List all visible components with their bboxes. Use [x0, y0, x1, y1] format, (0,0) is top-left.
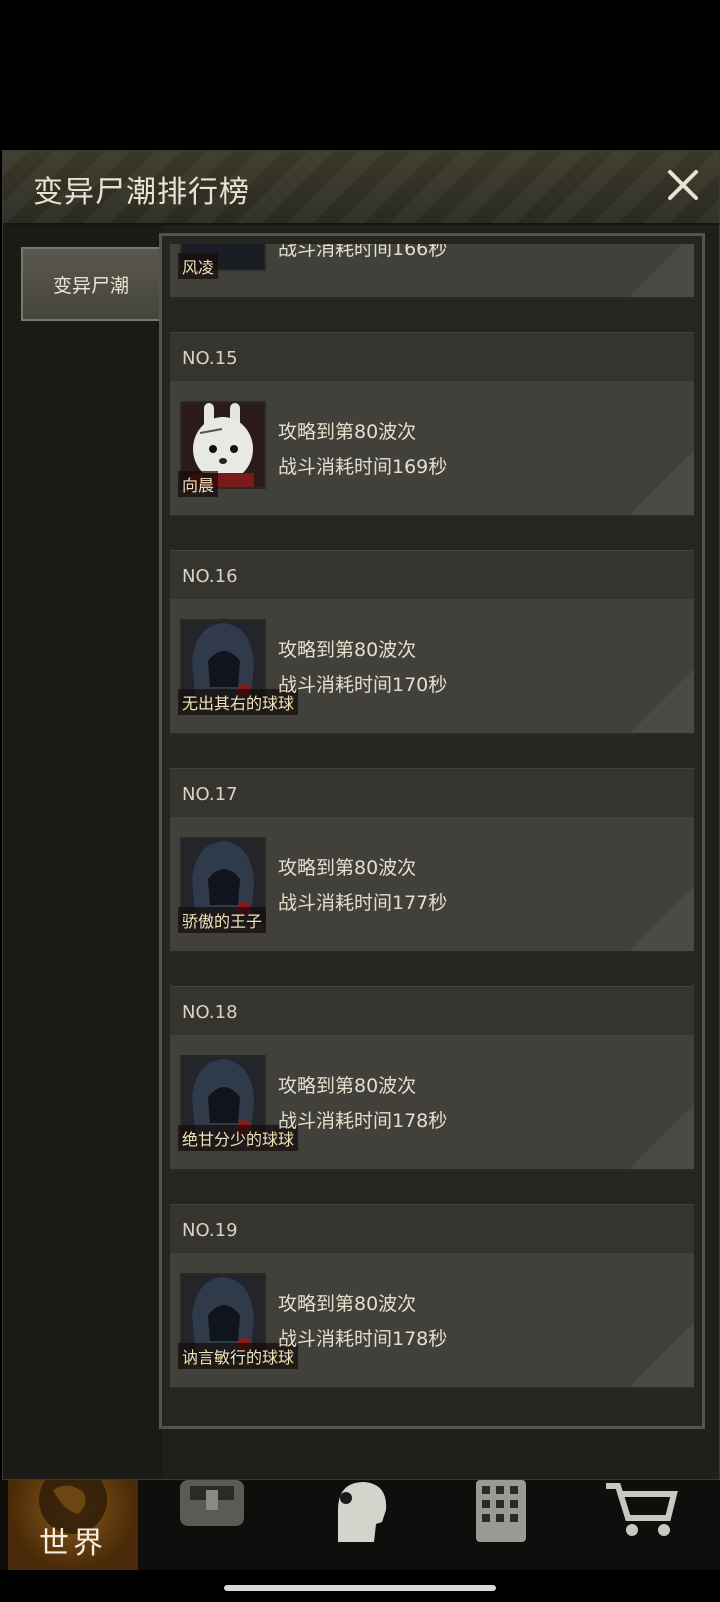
entry-body: 绝甘分少的球球 攻略到第80波次 战斗消耗时间178秒 [170, 1035, 694, 1171]
tab-mutant-horde[interactable]: 变异尸潮 [21, 247, 161, 321]
character-head-icon[interactable] [318, 1480, 398, 1542]
panel-header: 变异尸潮排行榜 [3, 151, 719, 225]
nav-world-button[interactable]: 世界 [8, 1480, 138, 1570]
list-item[interactable]: NO.16 无出其右的球球 攻略到第80波次 战斗消耗时间170秒 [170, 550, 694, 735]
rank-label: NO.15 [170, 332, 694, 381]
bottom-nav: 世界 [0, 1480, 720, 1570]
rank-label: NO.17 [170, 768, 694, 817]
close-icon [668, 170, 698, 200]
battle-time: 战斗消耗时间169秒 [278, 456, 448, 478]
list-item[interactable]: 风凌攻略到第80波次战斗消耗时间166秒 [170, 244, 694, 299]
ranking-list[interactable]: 风凌攻略到第80波次战斗消耗时间166秒NO.15向晨攻略到第80波次战斗消耗时… [159, 233, 705, 1429]
list-item[interactable]: NO.15 向晨 攻略到第80波次战斗消耗时间169秒 [170, 332, 694, 517]
player-name: 骄傲的王子 [178, 907, 267, 933]
battle-time: 战斗消耗时间177秒 [278, 892, 448, 914]
battle-time: 战斗消耗时间166秒 [278, 244, 448, 260]
backpack-icon[interactable] [172, 1480, 252, 1542]
rank-label: NO.16 [170, 550, 694, 599]
cart-icon[interactable] [602, 1480, 682, 1542]
entry-body: 风凌攻略到第80波次战斗消耗时间166秒 [170, 244, 694, 299]
list-item[interactable]: NO.19 讷言敏行的球球 攻略到第80波次 战斗消耗时间178秒 [170, 1204, 694, 1389]
wave-progress: 攻略到第80波次 [278, 639, 417, 661]
entry-body: 向晨 攻略到第80波次战斗消耗时间169秒 [170, 381, 694, 517]
wave-progress: 攻略到第80波次 [278, 1293, 417, 1315]
rank-label: NO.19 [170, 1204, 694, 1253]
sidebar: 变异尸潮 [3, 225, 163, 1479]
nav-world-label: 世界 [39, 1526, 107, 1561]
leaderboard-panel: 变异尸潮排行榜 变异尸潮 风凌攻略到第80波次战斗消耗时间166秒NO.15向晨… [2, 150, 720, 1480]
page-title: 变异尸潮排行榜 [33, 175, 250, 210]
wave-progress: 攻略到第80波次 [278, 857, 417, 879]
close-button[interactable] [663, 165, 703, 205]
battle-time: 战斗消耗时间178秒 [278, 1328, 448, 1350]
wave-progress: 攻略到第80波次 [278, 1075, 417, 1097]
entry-body: 骄傲的王子 攻略到第80波次战斗消耗时间177秒 [170, 817, 694, 953]
list-item[interactable]: NO.18 绝甘分少的球球 攻略到第80波次 战斗消耗时间178秒 [170, 986, 694, 1171]
tab-label: 变异尸潮 [52, 274, 129, 297]
rank-label: NO.18 [170, 986, 694, 1035]
player-name: 风凌 [178, 253, 219, 279]
battle-time: 战斗消耗时间170秒 [278, 674, 448, 696]
entry-body: 无出其右的球球 攻略到第80波次 战斗消耗时间170秒 [170, 599, 694, 735]
player-name: 向晨 [178, 471, 219, 497]
battle-time: 战斗消耗时间178秒 [278, 1110, 448, 1132]
wave-progress: 攻略到第80波次 [278, 421, 417, 443]
entry-body: 讷言敏行的球球 攻略到第80波次 战斗消耗时间178秒 [170, 1253, 694, 1389]
home-indicator[interactable] [224, 1585, 496, 1591]
building-icon[interactable] [462, 1480, 542, 1542]
list-item[interactable]: NO.17 骄傲的王子 攻略到第80波次战斗消耗时间177秒 [170, 768, 694, 953]
